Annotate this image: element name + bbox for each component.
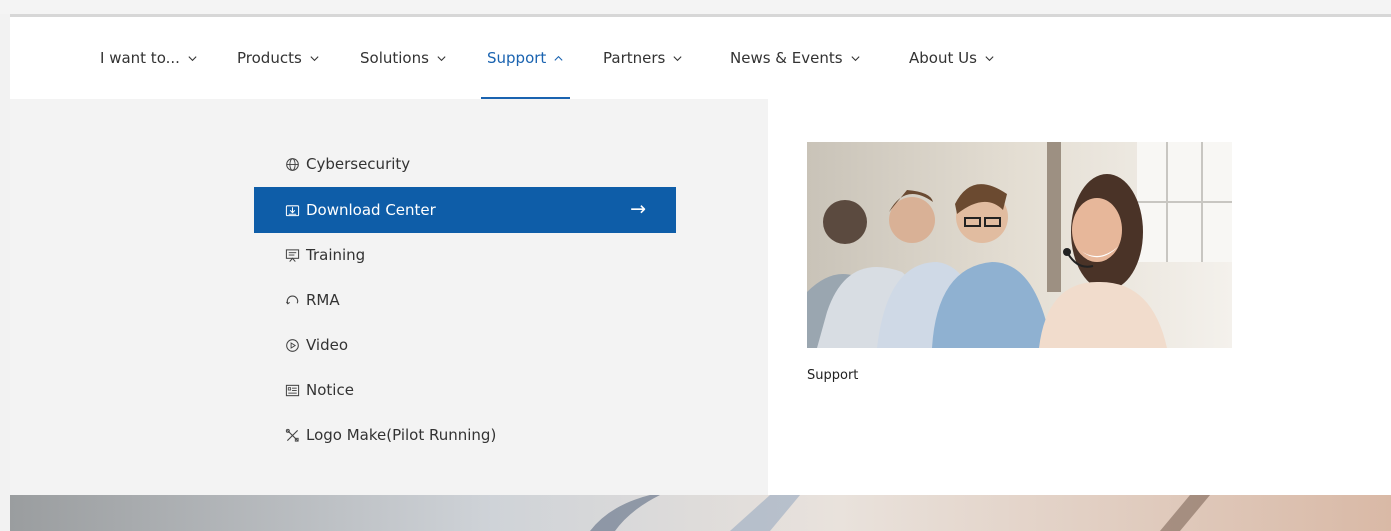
menu-item-cybersecurity[interactable]: Cybersecurity [254, 141, 676, 187]
chevron-down-icon [851, 55, 860, 61]
nav-item-label: Partners [603, 49, 666, 67]
tools-icon [285, 428, 299, 442]
nav-item-label: News & Events [730, 49, 843, 67]
play-circle-icon [286, 338, 299, 352]
download-icon [285, 204, 300, 216]
chevron-up-icon [554, 55, 563, 61]
nav-item-label: Solutions [360, 49, 429, 67]
main-nav: I want to... Products Solutions Support … [10, 17, 1391, 99]
menu-item-label: Notice [306, 381, 354, 399]
hero-banner-strip [10, 495, 1391, 531]
arrow-right-icon: → [630, 198, 646, 220]
nav-item-i-want-to[interactable]: I want to... [100, 17, 198, 99]
support-photo-illustration [807, 142, 1232, 348]
nav-item-support[interactable]: Support [480, 17, 571, 99]
menu-item-label: Training [306, 246, 366, 264]
chevron-down-icon [188, 55, 197, 61]
menu-item-label: RMA [306, 291, 340, 309]
nav-item-solutions[interactable]: Solutions [360, 17, 447, 99]
support-team-photo[interactable] [807, 142, 1232, 348]
refresh-icon [285, 295, 299, 305]
menu-item-label: Cybersecurity [306, 155, 411, 173]
hero-banner-image [10, 495, 1391, 531]
top-strip [0, 0, 1391, 14]
nav-item-label: Support [487, 49, 547, 67]
chevron-down-icon [673, 55, 682, 61]
support-dropdown-panel: Cybersecurity Download Center → Training… [10, 99, 768, 495]
notice-icon [285, 384, 300, 396]
globe-icon [286, 157, 299, 171]
menu-item-label: Logo Make(Pilot Running) [306, 426, 497, 444]
menu-item-training[interactable]: Training [254, 232, 676, 278]
chevron-down-icon [985, 55, 994, 61]
nav-item-news-events[interactable]: News & Events [730, 17, 861, 99]
nav-item-label: Products [237, 49, 302, 67]
menu-item-label: Video [306, 336, 349, 354]
chevron-down-icon [310, 55, 319, 61]
menu-item-video[interactable]: Video [254, 322, 676, 368]
menu-item-download-center[interactable]: Download Center → [254, 187, 676, 233]
chevron-down-icon [437, 55, 446, 61]
menu-item-logo-make[interactable]: Logo Make(Pilot Running) [254, 412, 676, 458]
nav-item-label: I want to... [100, 49, 180, 67]
feature-caption[interactable]: Support [807, 368, 858, 383]
nav-item-products[interactable]: Products [237, 17, 320, 99]
nav-item-about-us[interactable]: About Us [909, 17, 995, 99]
menu-item-rma[interactable]: RMA [254, 277, 676, 323]
menu-item-label: Download Center [306, 201, 436, 219]
nav-item-partners[interactable]: Partners [603, 17, 683, 99]
nav-item-label: About Us [909, 49, 977, 67]
presentation-icon [285, 248, 300, 262]
menu-item-notice[interactable]: Notice [254, 367, 676, 413]
